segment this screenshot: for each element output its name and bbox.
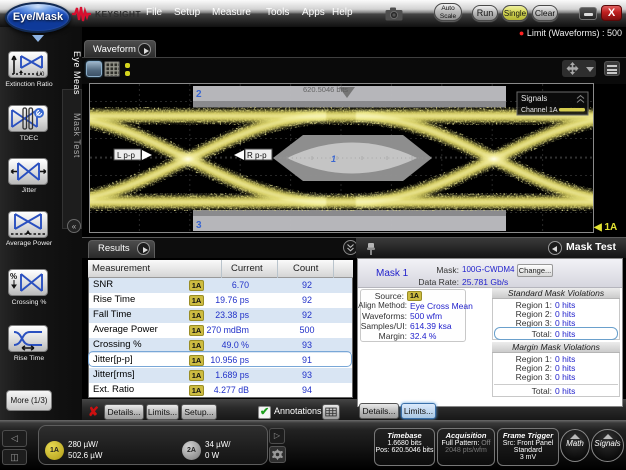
svg-text:3: 3	[196, 220, 202, 231]
svg-text:Signals: Signals	[521, 94, 547, 103]
svg-text:620.5046 bits: 620.5046 bits	[303, 85, 348, 94]
svg-text:%: %	[10, 272, 17, 281]
svg-text:1/0: 1/0	[36, 72, 45, 77]
svg-text:Channel 1A: Channel 1A	[521, 107, 558, 114]
svg-text:1: 1	[331, 154, 336, 164]
svg-text:2: 2	[196, 89, 202, 100]
svg-text:R p-p: R p-p	[247, 151, 267, 160]
svg-text:L p-p: L p-p	[117, 151, 135, 160]
